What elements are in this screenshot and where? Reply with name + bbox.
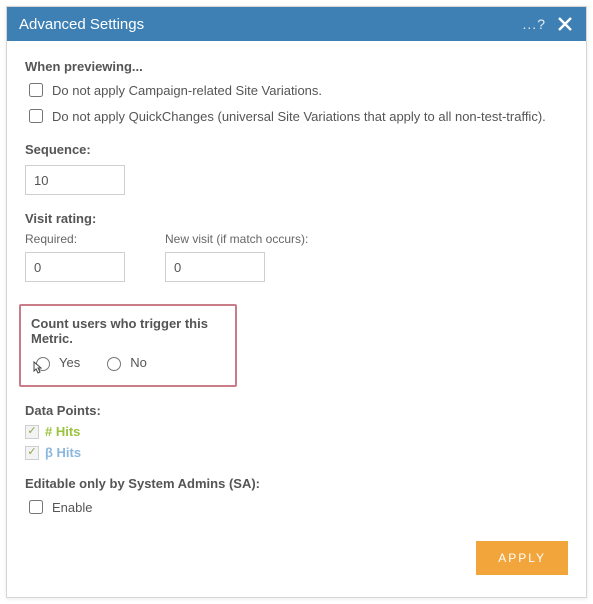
count-metric-yes-label: Yes <box>59 355 80 370</box>
preview-quickchanges-label: Do not apply QuickChanges (universal Sit… <box>52 109 546 124</box>
data-points-label: Data Points: <box>25 403 568 418</box>
dialog-content: When previewing... Do not apply Campaign… <box>7 41 586 597</box>
count-metric-no-label: No <box>130 355 147 370</box>
help-icon[interactable]: ...? <box>523 16 546 32</box>
visit-newvisit-label: New visit (if match occurs): <box>165 232 308 246</box>
data-points-hits-row[interactable]: # Hits <box>25 424 568 439</box>
data-points-beta-checkbox[interactable] <box>25 446 39 460</box>
sequence-input[interactable] <box>25 165 125 195</box>
visit-required-group: Required: <box>25 232 125 282</box>
visit-newvisit-input[interactable] <box>165 252 265 282</box>
visit-newvisit-group: New visit (if match occurs): <box>165 232 308 282</box>
advanced-settings-dialog: Advanced Settings ...? When previewing..… <box>6 6 587 598</box>
sequence-label: Sequence: <box>25 142 568 157</box>
preview-campaign-checkbox[interactable] <box>29 83 43 97</box>
dialog-footer: APPLY <box>25 523 568 581</box>
close-icon[interactable] <box>556 15 574 33</box>
count-metric-no-item[interactable]: No <box>102 354 147 371</box>
dialog-title: Advanced Settings <box>19 16 144 33</box>
data-points-beta-label: β Hits <box>45 445 81 460</box>
data-points-beta-row[interactable]: β Hits <box>25 445 568 460</box>
preview-quickchanges-checkbox-row[interactable]: Do not apply QuickChanges (universal Sit… <box>25 106 568 126</box>
preview-heading: When previewing... <box>25 59 568 74</box>
visit-required-label: Required: <box>25 232 125 246</box>
data-points-hits-label: # Hits <box>45 424 80 439</box>
editable-sa-enable-checkbox[interactable] <box>29 500 43 514</box>
visit-rating-row: Required: New visit (if match occurs): <box>25 232 568 282</box>
count-metric-radios: Yes No <box>31 354 225 371</box>
preview-campaign-checkbox-row[interactable]: Do not apply Campaign-related Site Varia… <box>25 80 568 100</box>
editable-sa-enable-row[interactable]: Enable <box>25 497 568 517</box>
count-metric-yes-item[interactable]: Yes <box>31 354 80 371</box>
visit-rating-label: Visit rating: <box>25 211 568 226</box>
data-points-hits-checkbox[interactable] <box>25 425 39 439</box>
editable-sa-label: Editable only by System Admins (SA): <box>25 476 568 491</box>
titlebar-actions: ...? <box>523 15 574 33</box>
count-metric-no-radio[interactable] <box>107 357 121 371</box>
preview-campaign-label: Do not apply Campaign-related Site Varia… <box>52 83 322 98</box>
editable-sa-enable-label: Enable <box>52 500 92 515</box>
titlebar: Advanced Settings ...? <box>7 7 586 41</box>
preview-quickchanges-checkbox[interactable] <box>29 109 43 123</box>
apply-button[interactable]: APPLY <box>476 541 568 575</box>
count-metric-label: Count users who trigger this Metric. <box>31 316 225 346</box>
count-metric-highlight: Count users who trigger this Metric. Yes… <box>19 304 237 387</box>
visit-required-input[interactable] <box>25 252 125 282</box>
count-metric-yes-radio[interactable] <box>36 357 50 371</box>
